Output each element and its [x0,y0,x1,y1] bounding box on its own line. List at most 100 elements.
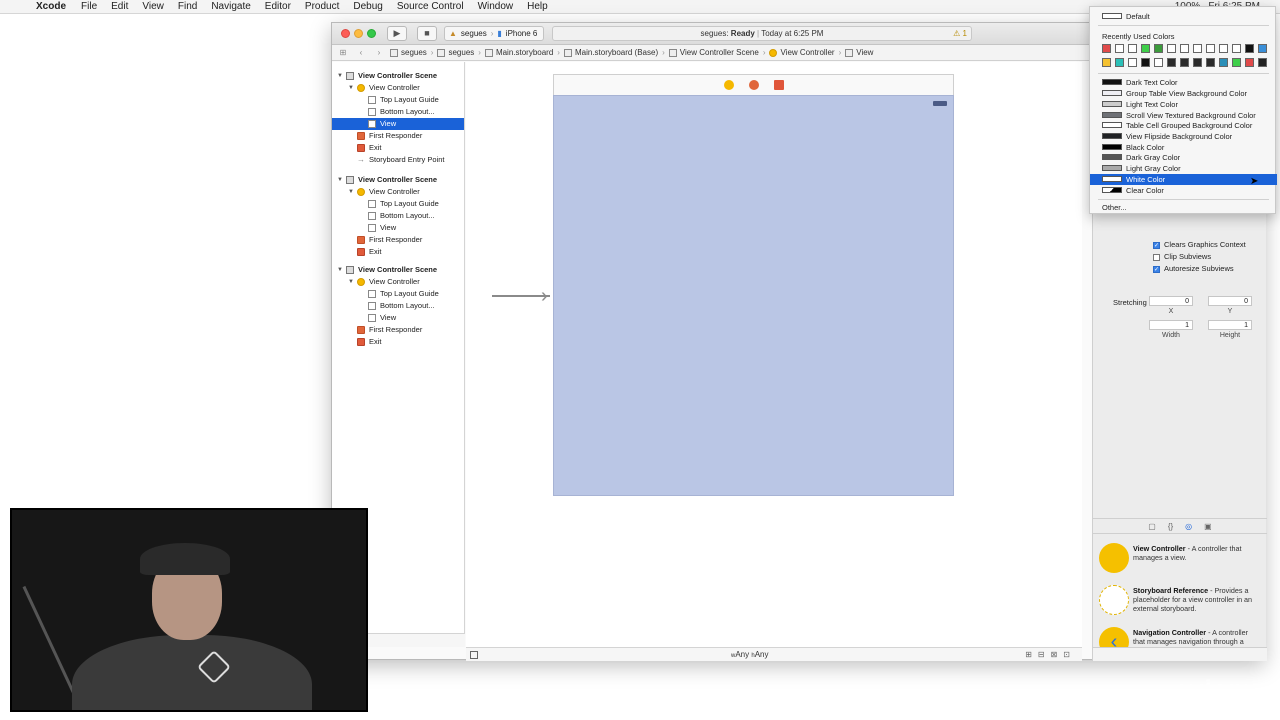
color-default-item[interactable]: Default [1090,11,1277,22]
recent-color-swatch[interactable] [1245,58,1254,67]
view-controller-view[interactable] [553,95,954,496]
outline-top-layout-guide[interactable]: Top Layout Guide [332,94,464,106]
menu-source-control[interactable]: Source Control [397,0,464,14]
color-item-selected[interactable]: White Color [1090,174,1277,185]
menu-window[interactable]: Window [478,0,514,14]
first-responder-icon[interactable] [749,80,759,90]
stretch-height-field[interactable]: 1 [1208,320,1252,330]
outline-view-controller[interactable]: ▼ View Controller [332,186,464,198]
recent-color-swatch[interactable] [1115,58,1124,67]
outline-scene[interactable]: ▼ View Controller Scene [332,174,464,186]
minimize-window-button[interactable] [354,29,363,38]
recent-color-swatch[interactable] [1258,58,1267,67]
zoom-window-button[interactable] [367,29,376,38]
recent-color-swatch[interactable] [1193,44,1202,53]
recent-color-swatch[interactable] [1154,44,1163,53]
outline-bottom-layout-guide[interactable]: Bottom Layout... [332,210,464,222]
color-item[interactable]: Group Table View Background Color [1090,88,1277,99]
recent-color-swatch[interactable] [1154,58,1163,67]
outline-view[interactable]: View [332,312,464,324]
color-item[interactable]: Dark Text Color [1090,77,1277,88]
color-item[interactable]: Clear Color [1090,185,1277,196]
color-other-item[interactable]: Other... [1102,203,1127,212]
autoresize-subviews-checkbox[interactable]: ✓ Autoresize Subviews [1153,264,1234,274]
disclosure-triangle-icon[interactable]: ▼ [336,264,344,276]
breadcrumb-scene[interactable]: View Controller Scene [668,45,759,61]
menu-product[interactable]: Product [305,0,339,14]
recent-color-swatch[interactable] [1219,58,1228,67]
recent-color-swatch[interactable] [1102,44,1111,53]
stretch-x-field[interactable]: 0 [1149,296,1193,306]
disclosure-triangle-icon[interactable]: ▼ [347,276,355,288]
color-item[interactable]: View Flipside Background Color [1090,131,1277,142]
outline-view[interactable]: View [332,118,464,130]
outline-view-controller[interactable]: ▼ View Controller [332,82,464,94]
media-library-icon[interactable]: ▣ [1204,519,1212,533]
clip-subviews-checkbox[interactable]: Clip Subviews [1153,252,1211,262]
recent-color-swatch[interactable] [1167,58,1176,67]
library-filter-field[interactable] [1093,647,1267,661]
toggle-outline-icon[interactable] [470,651,478,659]
menu-help[interactable]: Help [527,0,548,14]
recent-color-swatch[interactable] [1258,44,1267,53]
menu-edit[interactable]: Edit [111,0,128,14]
view-controller-icon[interactable] [724,80,734,90]
size-class-button[interactable]: wAny hAny [731,648,769,663]
recent-color-swatch[interactable] [1232,58,1241,67]
outline-exit[interactable]: Exit [332,336,464,348]
recent-color-swatch[interactable] [1141,58,1150,67]
run-button[interactable]: ▶ [387,26,407,41]
recent-color-swatch[interactable] [1206,44,1215,53]
object-library-icon[interactable]: ◎ [1185,519,1192,533]
outline-first-responder[interactable]: First Responder [332,324,464,336]
disclosure-triangle-icon[interactable]: ▼ [347,82,355,94]
outline-view[interactable]: View [332,222,464,234]
outline-top-layout-guide[interactable]: Top Layout Guide [332,198,464,210]
library-item-view-controller[interactable]: View Controller - A controller that mana… [1093,538,1267,580]
color-item[interactable]: Table Cell Grouped Background Color [1090,120,1277,131]
disclosure-triangle-icon[interactable]: ▼ [347,186,355,198]
warning-badge[interactable]: ⚠ 1 [953,27,967,40]
outline-exit[interactable]: Exit [332,142,464,154]
library-item-storyboard-reference[interactable]: Storyboard Reference - Provides a placeh… [1093,580,1267,622]
color-item[interactable]: Light Text Color [1090,99,1277,110]
related-items-icon[interactable]: ⊞ [336,45,350,61]
recent-color-swatch[interactable] [1245,44,1254,53]
code-snippet-library-icon[interactable]: {} [1168,519,1173,533]
breadcrumb-group[interactable]: segues [437,45,474,61]
stretch-width-field[interactable]: 1 [1149,320,1193,330]
outline-top-layout-guide[interactable]: Top Layout Guide [332,288,464,300]
breadcrumb-storyboard[interactable]: Main.storyboard [484,45,553,61]
outline-bottom-layout-guide[interactable]: Bottom Layout... [332,106,464,118]
menu-file[interactable]: File [81,0,97,14]
forward-arrow-icon[interactable]: › [372,45,386,61]
disclosure-triangle-icon[interactable]: ▼ [336,174,344,186]
menu-debug[interactable]: Debug [353,0,382,14]
recent-color-swatch[interactable] [1219,44,1228,53]
menu-find[interactable]: Find [178,0,197,14]
outline-storyboard-entry-point[interactable]: → Storyboard Entry Point [332,154,464,166]
recent-color-swatch[interactable] [1180,44,1189,53]
recent-color-swatch[interactable] [1193,58,1202,67]
menu-navigate[interactable]: Navigate [211,0,250,14]
file-template-library-icon[interactable]: ▢ [1148,519,1156,533]
recent-color-swatch[interactable] [1141,44,1150,53]
outline-view-controller[interactable]: ▼ View Controller [332,276,464,288]
clears-graphics-checkbox[interactable]: ✓ Clears Graphics Context [1153,240,1246,250]
recent-color-swatch[interactable] [1206,58,1215,67]
back-arrow-icon[interactable]: ‹ [354,45,368,61]
breadcrumb-view-controller[interactable]: View Controller [769,45,835,61]
stretch-y-field[interactable]: 0 [1208,296,1252,306]
recent-color-swatch[interactable] [1232,44,1241,53]
menu-app[interactable]: Xcode [36,0,66,14]
recent-color-swatch[interactable] [1180,58,1189,67]
breadcrumb-view[interactable]: View [845,45,873,61]
menu-view[interactable]: View [142,0,164,14]
recent-color-swatch[interactable] [1102,58,1111,67]
breadcrumb-storyboard-base[interactable]: Main.storyboard (Base) [563,45,658,61]
recent-color-swatch[interactable] [1115,44,1124,53]
disclosure-triangle-icon[interactable]: ▼ [336,70,344,82]
storyboard-canvas[interactable]: › [466,62,1082,647]
stop-button[interactable]: ■ [417,26,437,41]
outline-bottom-layout-guide[interactable]: Bottom Layout... [332,300,464,312]
